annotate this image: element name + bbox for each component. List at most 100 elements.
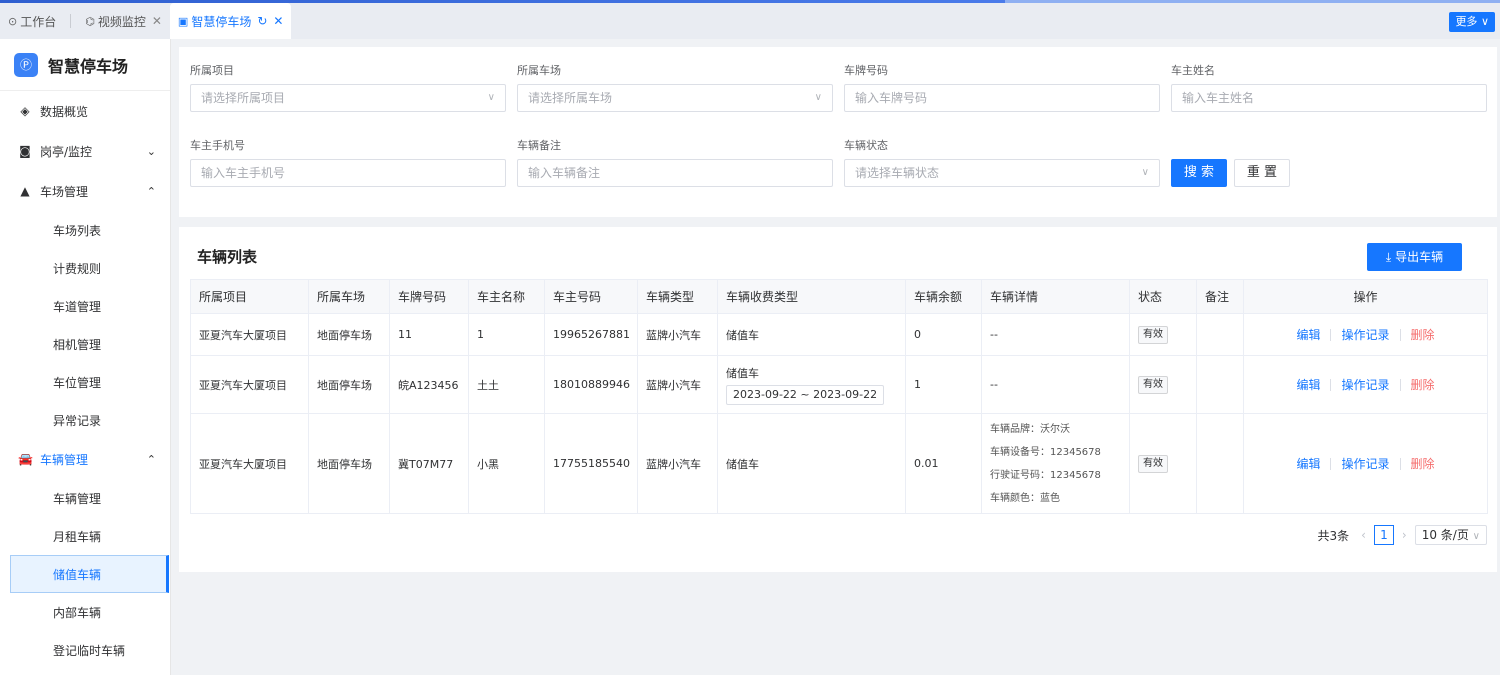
- owner-input[interactable]: 输入车主姓名: [1171, 84, 1487, 112]
- sidebar-sub-internal[interactable]: 内部车辆: [0, 593, 170, 631]
- cell-project: 亚夏汽车大厦项目: [190, 413, 309, 514]
- road-icon: ▲: [20, 184, 30, 198]
- parking-logo-icon: Ⓟ: [14, 52, 38, 77]
- pagination: 共3条 ‹ 1 › 10 条/页 ∨: [1317, 525, 1487, 545]
- column-header: 车辆余额: [905, 279, 982, 314]
- sidebar-item-vehicle-mgmt[interactable]: 🚘 车辆管理 ⌃: [0, 439, 170, 479]
- cell-phone: 18010889946: [544, 355, 638, 414]
- camera-icon: ⌬: [85, 14, 95, 28]
- chevron-up-icon: ⌃: [146, 184, 156, 198]
- cell-owner: 1: [468, 313, 545, 356]
- date-range-tag: 2023-09-22 ~ 2023-09-22: [726, 384, 885, 405]
- lot-select[interactable]: 请选择所属车场 ∨: [517, 84, 833, 112]
- cell-status: 有效: [1129, 413, 1197, 514]
- phone-input[interactable]: 输入车主手机号: [190, 159, 506, 187]
- cell-balance: 0.01: [905, 413, 982, 514]
- status-select[interactable]: 请选择车辆状态 ∨: [844, 159, 1160, 187]
- detail-line: 车辆颜色：蓝色: [990, 492, 1060, 504]
- cell-ops: 编辑 操作记录 删除: [1243, 413, 1488, 514]
- project-select[interactable]: 请选择所属项目 ∨: [190, 84, 506, 112]
- sidebar-sub-vehicles[interactable]: 车辆管理: [0, 479, 170, 517]
- remark-placeholder: 输入车辆备注: [528, 166, 601, 180]
- edit-link[interactable]: 编辑: [1286, 326, 1330, 343]
- table-row: 亚夏汽车大厦项目 地面停车场 11 1 19965267881 蓝牌小汽车 储值…: [190, 313, 1488, 356]
- cell-plate: 11: [389, 313, 469, 356]
- sidebar-sub-cameras[interactable]: 相机管理: [0, 325, 170, 363]
- cell-status: 有效: [1129, 313, 1197, 356]
- export-button[interactable]: ⤓ 导出车辆: [1367, 243, 1462, 271]
- column-header: 车辆详情: [981, 279, 1130, 314]
- cell-detail: 车辆品牌：沃尔沃 车辆设备号：12345678 行驶证号码：12345678 车…: [981, 413, 1130, 514]
- sidebar-sub-billing[interactable]: 计费规则: [0, 249, 170, 287]
- sidebar-sub-stored-value[interactable]: 储值车辆: [10, 555, 169, 593]
- status-badge: 有效: [1138, 375, 1168, 394]
- search-form: 所属项目 请选择所属项目 ∨ 所属车场 请选择所属车场 ∨ 车牌号码 输入车牌号码 …: [179, 47, 1497, 217]
- project-label: 所属项目: [190, 64, 234, 77]
- detail-line: 车辆设备号：12345678: [990, 446, 1101, 458]
- column-header: 车牌号码: [389, 279, 469, 314]
- tab-parking[interactable]: ▣ 智慧停车场 ↻ ✕: [169, 3, 292, 39]
- cell-remark: [1196, 355, 1244, 414]
- chevron-up-icon: ⌃: [146, 452, 156, 466]
- log-link[interactable]: 操作记录: [1331, 326, 1399, 343]
- sidebar-sub-temporary[interactable]: 登记临时车辆: [0, 631, 170, 669]
- car-icon: 🚘: [18, 452, 33, 466]
- cell-owner: 小黑: [468, 413, 545, 514]
- chevron-left-icon[interactable]: ‹: [1359, 528, 1368, 542]
- tab-workbench[interactable]: ⊙ 工作台: [0, 3, 64, 39]
- edit-link[interactable]: 编辑: [1286, 376, 1330, 393]
- chevron-down-icon: ⌄: [146, 144, 156, 158]
- sidebar-sub-spaces[interactable]: 车位管理: [0, 363, 170, 401]
- cell-phone: 17755185540: [544, 413, 638, 514]
- more-label: 更多: [1455, 15, 1478, 28]
- delete-link[interactable]: 删除: [1401, 455, 1445, 472]
- cell-plate: 皖A123456: [389, 355, 469, 414]
- lot-placeholder: 请选择所属车场: [528, 91, 613, 105]
- status-placeholder: 请选择车辆状态: [855, 166, 940, 180]
- sidebar-item-booth[interactable]: ◙ 岗亭/监控 ⌄: [0, 131, 170, 171]
- chevron-down-icon: ∨: [814, 92, 822, 103]
- page-size-select[interactable]: 10 条/页 ∨: [1414, 525, 1487, 545]
- cell-balance: 0: [905, 313, 982, 356]
- sidebar-item-lot-mgmt[interactable]: ▲ 车场管理 ⌃: [0, 171, 170, 211]
- log-link[interactable]: 操作记录: [1331, 376, 1399, 393]
- reset-button[interactable]: 重 置: [1234, 159, 1290, 187]
- cell-lot: 地面停车场: [308, 313, 390, 356]
- list-title: 车辆列表: [197, 248, 258, 266]
- tab-label: 视频监控: [97, 14, 146, 29]
- sidebar-sub-lanes[interactable]: 车道管理: [0, 287, 170, 325]
- monitor-icon: ◙: [19, 144, 31, 158]
- status-badge: 有效: [1138, 454, 1168, 473]
- refresh-icon[interactable]: ↻: [257, 14, 267, 28]
- sidebar-sub-anomalies[interactable]: 异常记录: [0, 401, 170, 439]
- sidebar-item-overview[interactable]: ◈ 数据概览: [0, 91, 170, 131]
- cell-type: 蓝牌小汽车: [637, 413, 718, 514]
- sidebar-item-label: 岗亭/监控: [40, 144, 93, 159]
- owner-label: 车主姓名: [1171, 64, 1215, 77]
- delete-link[interactable]: 删除: [1401, 326, 1445, 343]
- tab-bar: ⊙ 工作台 ⌬ 视频监控 ✕ ▣ 智慧停车场 ↻ ✕ 更多 ∨: [0, 3, 1500, 39]
- log-link[interactable]: 操作记录: [1331, 455, 1399, 472]
- column-header: 所属车场: [308, 279, 390, 314]
- search-button[interactable]: 搜 索: [1171, 159, 1227, 187]
- sidebar-sub-monthly[interactable]: 月租车辆: [0, 517, 170, 555]
- delete-link[interactable]: 删除: [1401, 376, 1445, 393]
- sidebar-sub-lot-list[interactable]: 车场列表: [0, 211, 170, 249]
- more-button[interactable]: 更多 ∨: [1449, 12, 1495, 32]
- cell-status: 有效: [1129, 355, 1197, 414]
- chevron-down-icon: ∨: [1472, 531, 1480, 542]
- edit-link[interactable]: 编辑: [1286, 455, 1330, 472]
- plate-input[interactable]: 输入车牌号码: [844, 84, 1160, 112]
- app-name: 智慧停车场: [48, 56, 129, 76]
- tab-video[interactable]: ⌬ 视频监控 ✕: [77, 3, 170, 39]
- detail-line: 行驶证号码：12345678: [990, 469, 1101, 481]
- remark-label: 车辆备注: [517, 139, 561, 152]
- page-number[interactable]: 1: [1373, 525, 1394, 545]
- remark-input[interactable]: 输入车辆备注: [517, 159, 833, 187]
- cell-owner: 土土: [468, 355, 545, 414]
- chevron-right-icon[interactable]: ›: [1400, 528, 1409, 542]
- close-icon[interactable]: ✕: [273, 14, 283, 28]
- close-icon[interactable]: ✕: [152, 14, 162, 28]
- table-row: 亚夏汽车大厦项目 地面停车场 冀T07M77 小黑 17755185540 蓝牌…: [190, 413, 1488, 514]
- cell-project: 亚夏汽车大厦项目: [190, 313, 309, 356]
